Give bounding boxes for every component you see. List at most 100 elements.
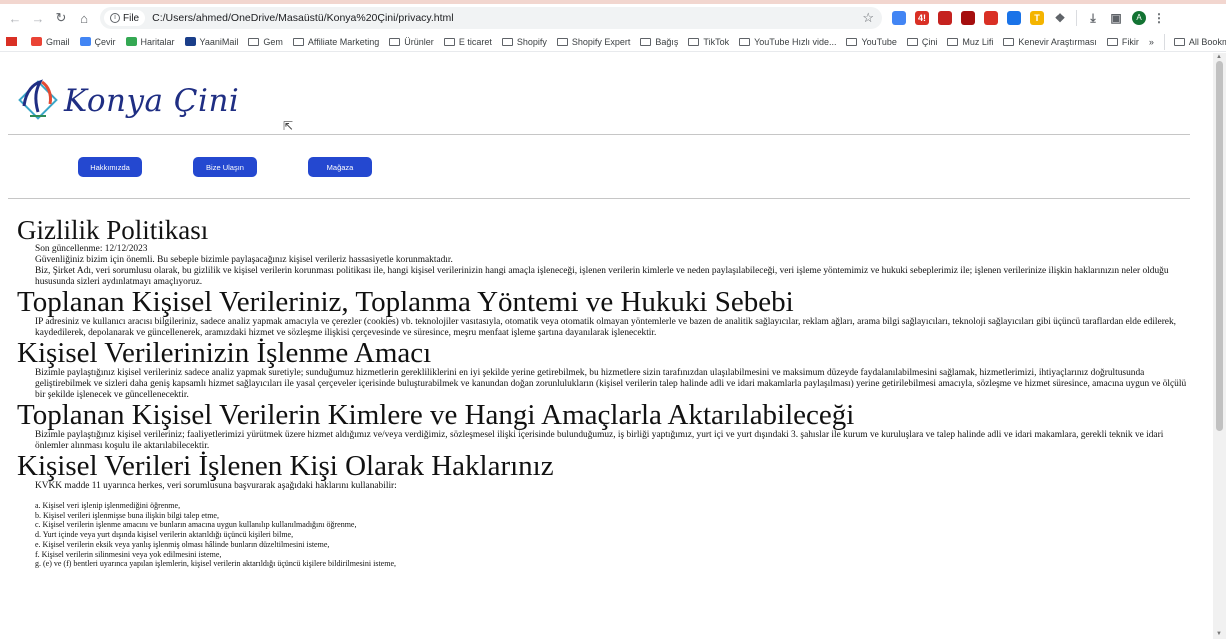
bookmark-label: Kenevir Araştırması — [1018, 36, 1097, 47]
translate-ext-icon[interactable]: T — [1030, 11, 1044, 25]
section-3-title: Toplanan Kişisel Verilerin Kimlere ve Ha… — [17, 399, 855, 431]
all-bookmarks-button[interactable]: All Bookmarks — [1173, 36, 1226, 47]
folder-icon — [1003, 37, 1015, 46]
cloud-ext-icon[interactable] — [1007, 11, 1021, 25]
folder-icon — [906, 37, 918, 46]
scroll-down-arrow-icon[interactable]: ▼ — [1216, 631, 1222, 637]
bookmark-item[interactable]: Kenevir Araştırması — [1003, 37, 1097, 47]
bookmark-label: Affiliate Marketing — [307, 36, 380, 47]
info-icon: i — [110, 13, 120, 23]
side-panel-icon[interactable]: ▣ — [1109, 11, 1123, 25]
rights-list: a. Kişisel veri işlenip işlenmediğini öğ… — [35, 501, 1197, 569]
bookmark-label: Shopify — [516, 36, 547, 47]
mail-icon — [184, 37, 196, 46]
bookmark-item[interactable]: YouTube Hızlı vide... — [739, 37, 836, 47]
bookmarks-more-button[interactable]: » — [1149, 37, 1154, 47]
list-item: c. Kişisel verilerin işlenme amacını ve … — [35, 520, 357, 530]
bookmarks-separator — [1163, 33, 1165, 50]
bookmark-label: Muz Lifi — [962, 36, 994, 47]
back-arrow-icon[interactable]: ← — [5, 8, 25, 28]
toolbar-separator — [1076, 10, 1077, 26]
list-item: e. Kişisel verilerin eksik veya yanlış i… — [35, 539, 330, 549]
extensions-puzzle-icon[interactable]: ❖ — [1053, 11, 1067, 25]
bookmarks-right: » All Bookmarks — [1149, 33, 1226, 50]
folder-icon — [1106, 37, 1118, 46]
page-scrollbar[interactable]: ▲ ▼ — [1213, 53, 1226, 639]
scroll-up-arrow-icon[interactable]: ▲ — [1216, 54, 1222, 60]
scroll-thumb[interactable] — [1216, 61, 1223, 431]
about-button[interactable]: Hakkımızda — [78, 157, 142, 177]
bookmark-item[interactable]: Haritalar — [125, 37, 175, 47]
bookmark-star-icon[interactable]: ☆ — [862, 10, 874, 26]
list-item: d. Yurt içinde veya yurt dışında kişisel… — [35, 530, 294, 540]
page-viewport: Konya Çini ⇱ Hakkımızda Bize Ulaşın Mağa… — [0, 53, 1213, 639]
bookmark-item[interactable]: YaaniMail — [184, 36, 239, 47]
bookmark-label: YouTube — [861, 36, 897, 47]
bookmark-item[interactable]: TikTok — [688, 37, 729, 47]
privacy-document: Gizlilik Politikası Son güncellenme: 12/… — [17, 217, 1197, 569]
bookmark-label: Shopify Expert — [571, 36, 631, 47]
bookmark-label: Gem — [263, 36, 283, 47]
record-ext-icon[interactable] — [961, 11, 975, 25]
site-info-chip[interactable]: i File — [104, 10, 146, 26]
pdf-ext-icon[interactable]: 4! — [915, 11, 929, 25]
bookmark-item[interactable]: Bağış — [640, 37, 678, 47]
section-2-title: Kişisel Verilerinizin İşlenme Amacı — [17, 337, 432, 369]
bookmark-item[interactable]: E ticaret — [443, 36, 492, 47]
folder-icon — [556, 37, 568, 46]
mouse-cursor-icon: ⇱ — [283, 119, 294, 133]
list-item: f. Kişisel verilerin silinmesini veya yo… — [35, 549, 222, 559]
bookmark-label: Çevir — [94, 36, 116, 47]
extensions-bar: 4! T — [892, 11, 1053, 25]
address-bar[interactable]: i File C:/Users/ahmed/OneDrive/Masaüstü/… — [100, 7, 882, 29]
shield-ext-icon[interactable] — [938, 11, 952, 25]
all-bookmarks-label: All Bookmarks — [1188, 36, 1226, 47]
reload-icon[interactable]: ↻ — [51, 8, 71, 28]
bookmark-item[interactable]: YouTube — [846, 36, 897, 47]
bookmark-ext-icon[interactable] — [892, 11, 906, 25]
forward-arrow-icon[interactable]: → — [28, 8, 48, 28]
section-4-title: Kişisel Verileri İşlenen Kişi Olarak Hak… — [17, 450, 554, 482]
folder-icon — [947, 37, 959, 46]
list-item: a. Kişisel veri işlenip işlenmediğini öğ… — [35, 501, 181, 510]
page-title: Gizlilik Politikası — [17, 215, 209, 245]
folder-icon — [739, 37, 751, 46]
list-item: b. Kişisel verileri işlenmişse buna iliş… — [35, 510, 219, 520]
bookmark-item[interactable]: Çini — [906, 37, 937, 47]
folder-icon — [389, 37, 401, 46]
site-logo[interactable]: Konya Çini — [16, 71, 239, 131]
bookmark-item[interactable]: Fikir — [1106, 37, 1139, 47]
bookmark-label: TikTok — [703, 36, 730, 47]
bookmark-item[interactable]: Shopify Expert — [556, 36, 631, 47]
site-nav: Hakkımızda Bize Ulaşın Mağaza — [78, 157, 423, 177]
header-divider — [8, 134, 1190, 135]
home-icon[interactable]: ⌂ — [74, 8, 94, 28]
bookmark-item[interactable]: Gem — [248, 37, 283, 47]
menu-kebab-icon[interactable]: ⋮ — [1152, 11, 1166, 25]
bookmark-item[interactable]: Muz Lifi — [947, 37, 993, 47]
url-text[interactable]: C:/Users/ahmed/OneDrive/Masaüstü/Konya%2… — [152, 12, 454, 24]
bookmark-label: E ticaret — [458, 36, 492, 47]
shop-button[interactable]: Mağaza — [308, 157, 372, 177]
profile-avatar[interactable]: A — [1132, 11, 1146, 25]
nav-divider — [8, 198, 1190, 199]
folder-icon — [248, 37, 260, 46]
bookmark-item[interactable]: Shopify — [501, 36, 547, 47]
contact-button[interactable]: Bize Ulaşın — [193, 157, 257, 177]
bookmark-item[interactable]: Ürünler — [389, 37, 434, 47]
bookmark-item[interactable]: Affiliate Marketing — [292, 36, 380, 47]
screenshot-ext-icon[interactable] — [984, 11, 998, 25]
folder-icon — [846, 37, 858, 46]
site-info-label: File — [123, 12, 140, 24]
bookmark-label: Ürünler — [404, 36, 434, 47]
gmail-icon — [31, 37, 42, 46]
bookmark-item[interactable]: Çevir — [79, 36, 116, 47]
folder-icon — [443, 37, 455, 46]
logo-text: Konya Çini — [64, 83, 240, 119]
bookmark-label: YaaniMail — [199, 36, 239, 47]
download-icon[interactable]: ⤓ — [1086, 11, 1100, 25]
bookmark-apps[interactable] — [6, 37, 21, 46]
bookmarks-bar: Gmail Çevir Haritalar YaaniMail Gem Affiliate… — [0, 32, 1226, 52]
bookmark-item[interactable]: Gmail — [31, 37, 70, 47]
